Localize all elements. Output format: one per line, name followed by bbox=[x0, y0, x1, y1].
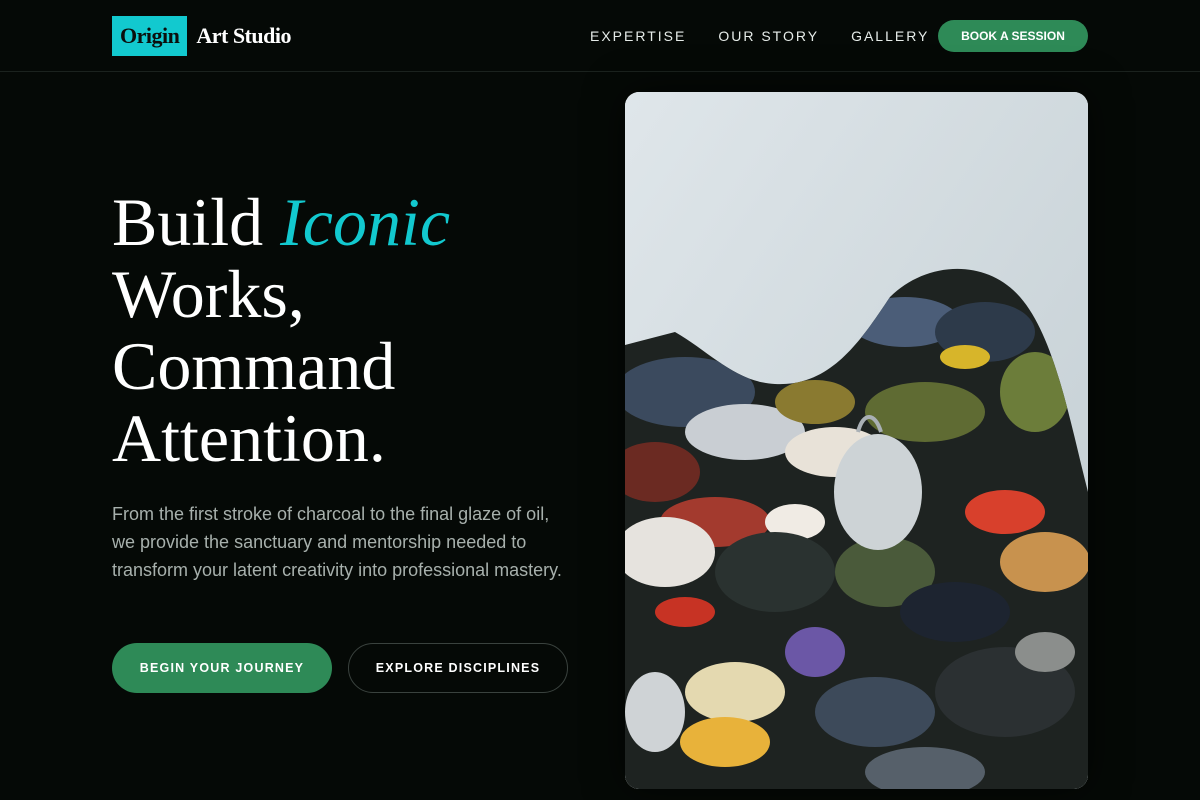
begin-journey-button[interactable]: BEGIN YOUR JOURNEY bbox=[112, 643, 332, 693]
thumb-hole bbox=[834, 434, 922, 550]
hero-description: From the first stroke of charcoal to the… bbox=[112, 504, 562, 580]
hero-palette-image bbox=[625, 92, 1088, 789]
palette-illustration bbox=[625, 92, 1088, 789]
main-nav: EXPERTISE OUR STORY GALLERY bbox=[590, 26, 929, 46]
hero-title-rest: Works, Command Attention. bbox=[112, 256, 396, 476]
explore-disciplines-button[interactable]: EXPLORE DISCIPLINES bbox=[348, 643, 568, 693]
hero-title-accent: Iconic bbox=[280, 184, 451, 260]
hero-title: Build Iconic Works, Command Attention. bbox=[112, 186, 592, 474]
site-header: Origin Art Studio EXPERTISE OUR STORY GA… bbox=[0, 0, 1200, 72]
nav-link-expertise[interactable]: EXPERTISE bbox=[590, 26, 686, 46]
hero-title-plain: Build bbox=[112, 184, 281, 260]
logo[interactable]: Origin Art Studio bbox=[112, 16, 291, 56]
nav-link-our-story[interactable]: OUR STORY bbox=[718, 26, 819, 46]
logo-text: Art Studio bbox=[196, 23, 291, 48]
book-session-button[interactable]: BOOK A SESSION bbox=[938, 20, 1088, 52]
nav-link-gallery[interactable]: GALLERY bbox=[851, 26, 929, 46]
logo-mark: Origin bbox=[112, 16, 188, 56]
